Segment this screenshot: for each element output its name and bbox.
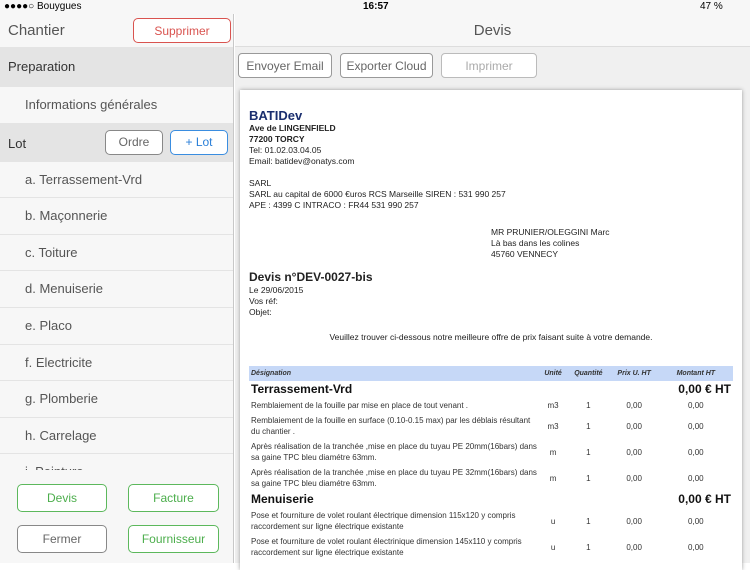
client-city: 45760 VENNECY xyxy=(491,249,559,259)
table-cell: u xyxy=(550,542,556,552)
table-cell: m3 xyxy=(547,421,559,431)
table-cell: m xyxy=(549,473,557,483)
delete-button[interactable]: Supprimer xyxy=(133,18,231,43)
section-lot: Lot Ordre + Lot xyxy=(0,123,233,162)
quote-document: BATIDev Ave de LINGENFIELD 77200 TORCY T… xyxy=(240,90,742,570)
send-email-button[interactable]: Envoyer Email xyxy=(238,53,332,78)
section-label: Lot xyxy=(8,135,27,151)
client-name: MR PRUNIER/OLEGGINI Marc xyxy=(491,227,610,237)
table-cell: Pose et fourniture de volet roulant élec… xyxy=(251,511,516,531)
print-button[interactable]: Imprimer xyxy=(441,53,537,78)
table-cell: m3 xyxy=(547,401,559,410)
facture-button[interactable]: Facture xyxy=(128,484,219,512)
table-row: Pose et fourniture de volet roulant élec… xyxy=(249,508,733,534)
table-row: Remblaiement de la fouille par mise en p… xyxy=(249,398,733,413)
table-cell: 0,00 xyxy=(688,447,704,457)
main-panel: Devis Envoyer Email Exporter Cloud Impri… xyxy=(235,14,750,570)
column-header: Montant HT xyxy=(658,366,733,381)
table-row: Après réalisation de la tranchée ,mise e… xyxy=(249,439,733,465)
quote-table: Désignation Unité Quantité Prix U. HT Montan… xyxy=(249,366,733,560)
table-cell: 0,00 xyxy=(626,401,642,410)
company-name: BATIDev xyxy=(249,108,303,123)
company-address: Ave de LINGENFIELD xyxy=(249,123,336,133)
table-cell: 1 xyxy=(586,516,591,526)
company-tel: Tel: 01.02.03.04.05 xyxy=(249,145,322,155)
legal-capital: SARL au capital de 6000 €uros RCS Marsei… xyxy=(249,189,506,199)
table-row: Pose et fourniture de volet roulant élec… xyxy=(249,534,733,560)
carrier: ●●●●○ Bouygues xyxy=(4,1,82,12)
column-header: Prix U. HT xyxy=(609,366,659,381)
table-row: Après réalisation de la tranchée ,mise e… xyxy=(249,465,733,491)
sidebar-item-lot[interactable]: c. Toiture xyxy=(0,234,233,272)
sidebar-item-lot[interactable]: d. Menuiserie xyxy=(0,271,233,308)
group-total: 0,00 € HT xyxy=(678,492,731,506)
table-cell: 0,00 xyxy=(688,542,704,552)
sidebar-item-lot[interactable]: a. Terrassement-Vrd xyxy=(0,161,233,199)
table-cell: 0,00 xyxy=(688,421,704,431)
group-row: Menuiserie 0,00 € HT xyxy=(249,491,733,508)
clock: 16:57 xyxy=(363,1,389,12)
status-bar: ●●●●○ Bouygues 16:57 47 % xyxy=(0,0,750,14)
sidebar-item-lot[interactable]: e. Placo xyxy=(0,307,233,345)
quote-object: Objet: xyxy=(249,307,272,317)
column-header: Désignation xyxy=(249,366,539,381)
quote-ref: Vos réf: xyxy=(249,296,278,306)
company-email: Email: batidev@onatys.com xyxy=(249,156,355,166)
page-title: Devis xyxy=(235,14,750,47)
table-cell: 0,00 xyxy=(626,421,642,431)
table-row: Remblaiement de la fouille en surface (0… xyxy=(249,413,733,439)
table-cell: 1 xyxy=(586,473,591,483)
sidebar-item-lot[interactable]: f. Electricite xyxy=(0,344,233,382)
order-button[interactable]: Ordre xyxy=(105,129,163,155)
table-cell: 0,00 xyxy=(688,516,704,526)
table-cell: Remblaiement de la fouille par mise en p… xyxy=(251,401,469,410)
sidebar-item-lot[interactable]: g. Plomberie xyxy=(0,381,233,418)
column-header: Quantité xyxy=(567,366,610,381)
table-cell: 1 xyxy=(586,401,591,410)
quote-date: Le 29/06/2015 xyxy=(249,285,304,295)
section-preparation: Preparation xyxy=(0,47,233,87)
quote-intro: Veuillez trouver ci-dessous notre meille… xyxy=(329,332,653,342)
group-name: Terrassement-Vrd xyxy=(251,382,353,396)
legal-form: SARL xyxy=(249,178,272,188)
legal-ape: APE : 4399 C INTRACO : FR44 531 990 257 xyxy=(249,200,419,210)
quote-number: Devis n°DEV-0027-bis xyxy=(249,270,373,284)
export-cloud-button[interactable]: Exporter Cloud xyxy=(340,53,433,78)
battery: 47 % xyxy=(700,1,723,12)
table-cell: 0,00 xyxy=(688,401,704,410)
table-cell: Après réalisation de la tranchée ,mise e… xyxy=(251,442,537,462)
column-header: Unité xyxy=(539,366,568,381)
table-cell: 0,00 xyxy=(626,447,642,457)
group-row: Terrassement-Vrd 0,00 € HT xyxy=(249,381,733,398)
table-cell: 0,00 xyxy=(626,473,642,483)
table-cell: 0,00 xyxy=(626,542,642,552)
table-cell: 0,00 xyxy=(688,473,704,483)
table-cell: Pose et fourniture de volet roulant élec… xyxy=(251,537,522,557)
table-cell: Remblaiement de la fouille en surface (0… xyxy=(251,416,531,436)
group-name: Menuiserie xyxy=(251,492,314,506)
sidebar-title: Chantier xyxy=(8,22,65,39)
table-cell: 1 xyxy=(586,421,591,431)
action-panel: Devis Facture Fermer Fournisseur xyxy=(0,470,233,563)
section-label: Preparation xyxy=(8,59,76,74)
table-cell: Après réalisation de la tranchée ,mise e… xyxy=(251,468,537,488)
close-button[interactable]: Fermer xyxy=(17,525,107,553)
sidebar-item-lot[interactable]: b. Maçonnerie xyxy=(0,198,233,235)
client-address: Là bas dans les colines xyxy=(491,238,580,248)
table-cell: 1 xyxy=(586,542,591,552)
table-cell: 1 xyxy=(586,447,591,457)
table-cell: m xyxy=(549,447,557,457)
group-total: 0,00 € HT xyxy=(678,382,731,396)
company-city: 77200 TORCY xyxy=(249,134,305,144)
table-cell: 0,00 xyxy=(626,516,642,526)
add-lot-button[interactable]: + Lot xyxy=(170,129,228,155)
devis-button[interactable]: Devis xyxy=(17,484,107,512)
sidebar: Chantier Supprimer Preparation Informati… xyxy=(0,14,234,563)
supplier-button[interactable]: Fournisseur xyxy=(128,525,219,553)
sidebar-item-lot[interactable]: h. Carrelage xyxy=(0,417,233,455)
sidebar-item-info[interactable]: Informations générales xyxy=(0,87,233,124)
table-cell: u xyxy=(550,516,556,526)
